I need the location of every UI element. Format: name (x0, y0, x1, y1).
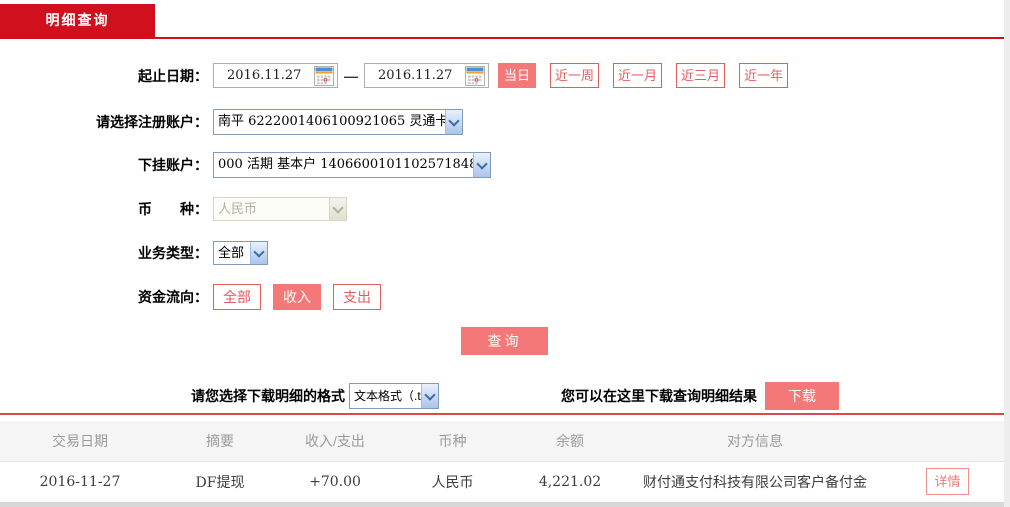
download-row: 请您选择下载明细的格式 文本格式（.txt） 您可以在这里下载查询明细结果 下载 (0, 382, 1010, 410)
header-trade-date: 交易日期 (0, 421, 160, 462)
quick-range-month-button[interactable]: 近一月 (613, 63, 663, 88)
register-account-select[interactable]: 南平 6222001406100921065 灵通卡 (213, 109, 463, 135)
register-account-value: 南平 6222001406100921065 灵通卡 (218, 114, 445, 129)
header-divider (0, 37, 1004, 39)
calendar-icon[interactable] (465, 65, 485, 86)
header-summary: 摘要 (160, 421, 280, 462)
right-edge-strip (1004, 0, 1010, 507)
business-type-row: 业务类型： 全部 (0, 241, 268, 265)
sub-account-select[interactable]: 000 活期 基本户 1406600101102571848 (213, 152, 491, 178)
end-date-input[interactable]: 2016.11.27 (364, 63, 489, 88)
table-header-row: 交易日期 摘要 收入/支出 币种 余额 对方信息 (0, 421, 1010, 462)
header-counterparty: 对方信息 (625, 421, 885, 462)
cell-amount: +70.00 (280, 461, 390, 502)
download-button[interactable]: 下载 (765, 382, 839, 410)
sub-account-row: 下挂账户： 000 活期 基本户 1406600101102571848 (0, 152, 491, 178)
cell-counterparty: 财付通支付科技有限公司客户备付金 (625, 461, 885, 502)
end-date-value: 2016.11.27 (378, 68, 453, 83)
sub-account-value: 000 活期 基本户 1406600101102571848 (218, 157, 473, 172)
currency-label: 币 种： (138, 201, 208, 217)
detail-button[interactable]: 详情 (926, 468, 969, 496)
download-format-label: 请您选择下载明细的格式 (191, 388, 345, 404)
header-balance: 余额 (515, 421, 625, 462)
date-range-row: 起止日期： 2016.11.27 — 2016.11.27 当日 近一周 近一月… (0, 63, 789, 88)
chevron-down-icon (473, 153, 490, 177)
start-date-value: 2016.11.27 (227, 68, 302, 83)
cell-trade-date: 2016-11-27 (0, 461, 160, 502)
date-separator: — (344, 67, 358, 84)
download-format-value: 文本格式（.txt） (354, 389, 421, 403)
flow-expense-button[interactable]: 支出 (333, 284, 381, 310)
cell-action: 详情 (885, 461, 1010, 502)
quick-range-year-button[interactable]: 近一年 (739, 63, 789, 88)
flow-income-button[interactable]: 收入 (273, 284, 321, 310)
cell-balance: 4,221.02 (515, 461, 625, 502)
download-hint: 您可以在这里下载查询明细结果 (561, 388, 757, 404)
query-button[interactable]: 查询 (461, 327, 548, 355)
calendar-icon[interactable] (314, 65, 334, 86)
date-range-label: 起止日期： (138, 67, 208, 84)
table-divider (0, 413, 1004, 415)
chevron-down-icon (421, 384, 438, 408)
cell-currency: 人民币 (390, 461, 515, 502)
download-format-select[interactable]: 文本格式（.txt） (349, 383, 439, 409)
start-date-input[interactable]: 2016.11.27 (213, 63, 338, 88)
register-account-row: 请选择注册账户： 南平 6222001406100921065 灵通卡 (0, 109, 463, 135)
quick-range-today-button[interactable]: 当日 (498, 63, 537, 88)
fund-flow-row: 资金流向： 全部 收入 支出 (0, 284, 393, 310)
chevron-down-icon (445, 110, 462, 134)
currency-select: 人民币 (213, 197, 347, 221)
header-currency: 币种 (390, 421, 515, 462)
bottom-divider (0, 502, 1010, 507)
header-action (885, 421, 1010, 462)
fund-flow-label: 资金流向： (138, 289, 208, 305)
currency-value: 人民币 (218, 201, 258, 216)
chevron-down-icon (329, 198, 346, 220)
business-type-value: 全部 (218, 245, 245, 260)
register-account-label: 请选择注册账户： (96, 114, 208, 130)
business-type-label: 业务类型： (138, 245, 208, 261)
tab-detail-query[interactable]: 明细查询 (0, 4, 155, 39)
chevron-down-icon (250, 242, 267, 264)
detail-query-page: 明细查询 起止日期： 2016.11.27 — 2016.11.27 当日 近一… (0, 0, 1010, 507)
cell-summary: DF提现 (160, 461, 280, 502)
quick-range-3months-button[interactable]: 近三月 (676, 63, 726, 88)
transactions-table: 交易日期 摘要 收入/支出 币种 余额 对方信息 2016-11-27 DF提现… (0, 421, 1010, 502)
currency-row: 币 种： 人民币 (0, 197, 347, 221)
sub-account-label: 下挂账户： (138, 157, 208, 173)
header-income-expense: 收入/支出 (280, 421, 390, 462)
business-type-select[interactable]: 全部 (213, 241, 268, 265)
table-row: 2016-11-27 DF提现 +70.00 人民币 4,221.02 财付通支… (0, 461, 1010, 502)
flow-all-button[interactable]: 全部 (213, 284, 261, 310)
quick-range-week-button[interactable]: 近一周 (550, 63, 600, 88)
